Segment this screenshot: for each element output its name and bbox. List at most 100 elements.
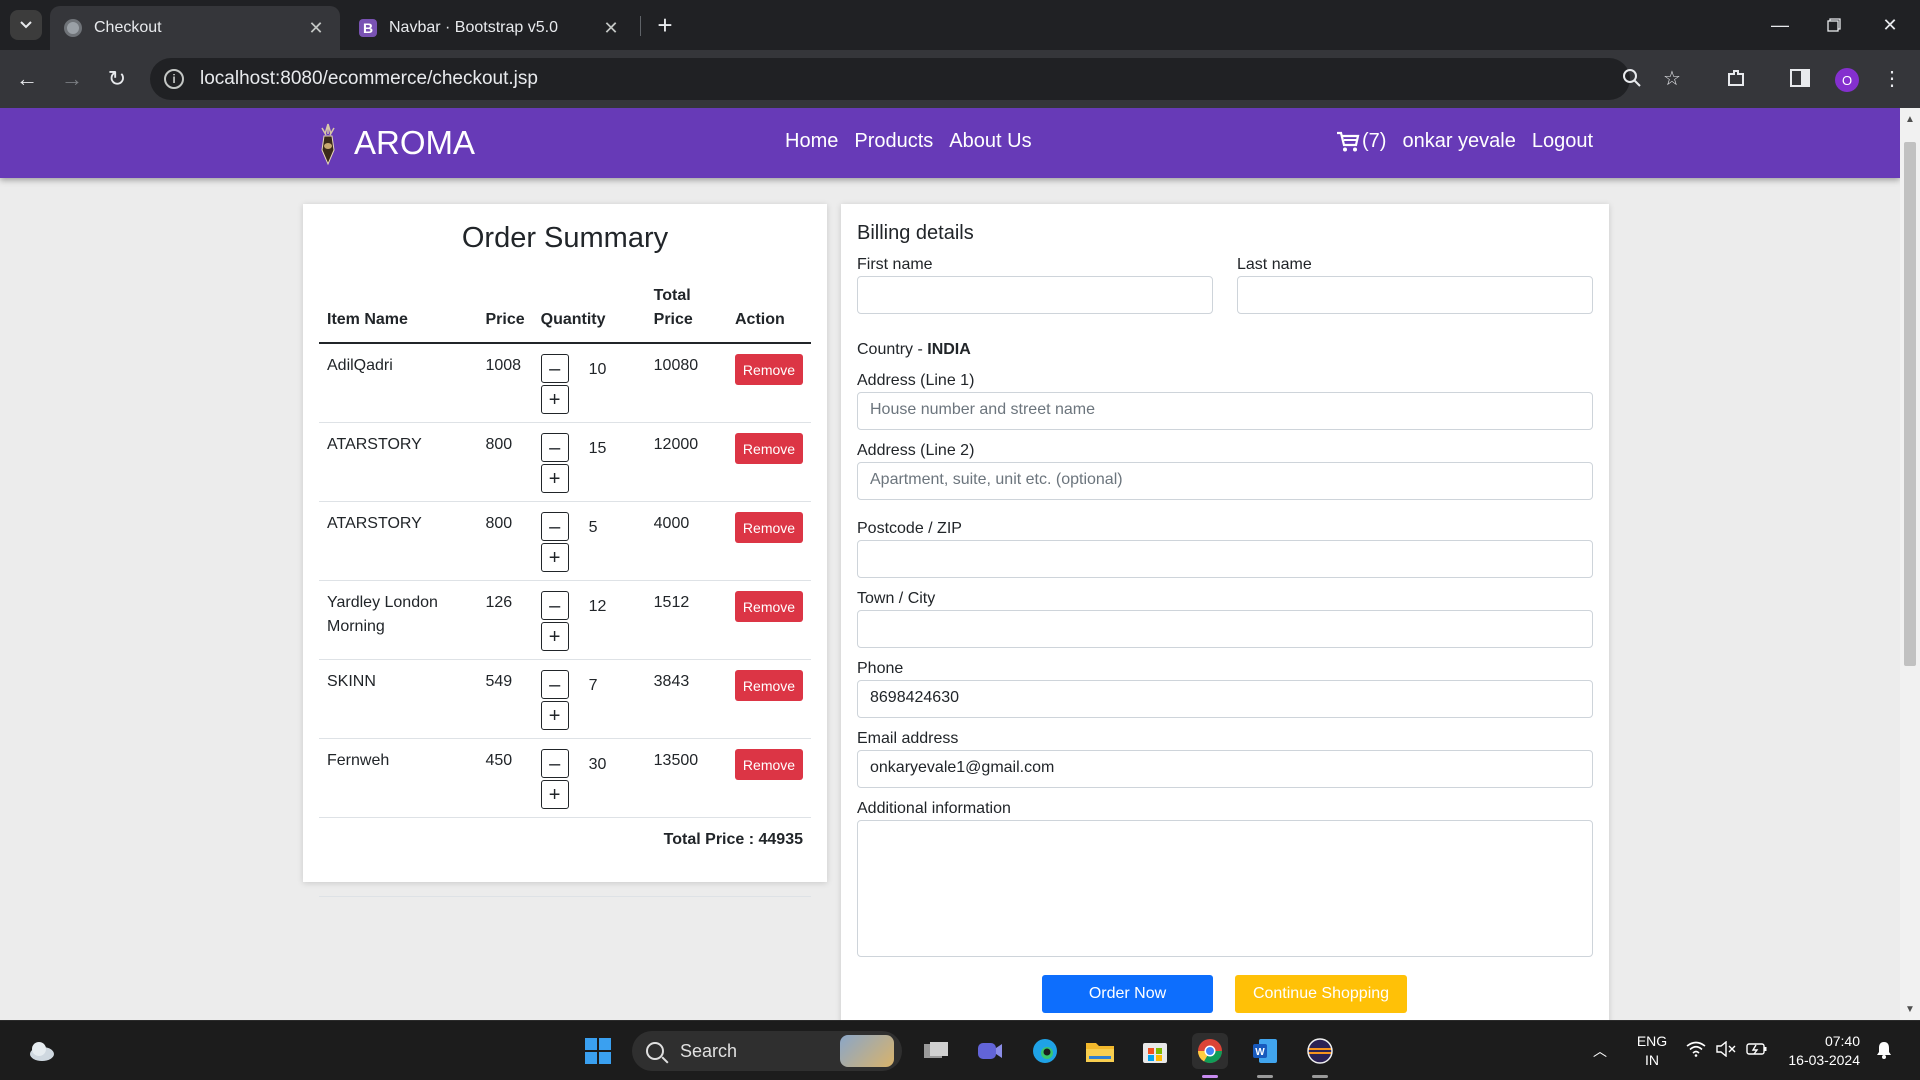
- side-panel-icon[interactable]: [1782, 60, 1818, 96]
- panel-icon: [1790, 69, 1810, 87]
- reload-button[interactable]: ↻: [100, 62, 134, 96]
- forward-button[interactable]: →: [55, 62, 89, 96]
- phone-label: Phone: [857, 660, 904, 677]
- brand-name: AROMA: [354, 124, 476, 161]
- file-explorer-icon[interactable]: [1082, 1033, 1118, 1069]
- clock-date: 16-03-2024: [1788, 1052, 1860, 1068]
- nav-link-home[interactable]: Home: [785, 130, 838, 153]
- decrease-quantity-button[interactable]: –: [540, 354, 569, 383]
- item-action-cell: Remove: [727, 738, 811, 818]
- increase-quantity-button[interactable]: +: [540, 780, 569, 809]
- restore-button[interactable]: [1814, 8, 1854, 42]
- minimize-button[interactable]: —: [1760, 8, 1800, 42]
- phone-field[interactable]: 8698424630: [857, 680, 1593, 718]
- profile-avatar[interactable]: O: [1835, 68, 1859, 92]
- remove-button[interactable]: Remove: [735, 512, 803, 543]
- weather-widget-icon[interactable]: [24, 1033, 60, 1069]
- postcode-field[interactable]: [857, 540, 1593, 578]
- nav-link-products[interactable]: Products: [854, 130, 933, 153]
- item-price: 450: [477, 738, 533, 818]
- close-icon[interactable]: ✕: [306, 18, 326, 39]
- eclipse-ide-icon[interactable]: [1302, 1033, 1338, 1069]
- increase-quantity-button[interactable]: +: [540, 701, 569, 730]
- decrease-quantity-button[interactable]: –: [540, 591, 569, 620]
- menu-kebab-icon[interactable]: ⋮: [1874, 60, 1910, 96]
- tab-search-button[interactable]: [10, 10, 42, 40]
- scroll-up-arrow-icon[interactable]: ▲: [1900, 110, 1920, 128]
- nav-links: Home Products About Us: [785, 130, 1032, 153]
- quantity-value: 30: [588, 756, 607, 773]
- chevron-up-icon[interactable]: ︿: [1593, 1041, 1607, 1061]
- scroll-thumb[interactable]: [1904, 142, 1916, 666]
- town-field[interactable]: [857, 610, 1593, 648]
- remove-button[interactable]: Remove: [735, 749, 803, 780]
- order-now-button[interactable]: Order Now: [1042, 975, 1213, 1013]
- close-icon[interactable]: ✕: [601, 18, 621, 39]
- site-navbar: AROMA Home Products About Us (7) onkar y…: [0, 108, 1900, 178]
- scroll-down-arrow-icon[interactable]: ▼: [1900, 1000, 1920, 1018]
- remove-button[interactable]: Remove: [735, 433, 803, 464]
- remove-button[interactable]: Remove: [735, 670, 803, 701]
- tab-bootstrap-navbar[interactable]: B Navbar · Bootstrap v5.0 ✕: [345, 6, 635, 50]
- task-view-icon[interactable]: [918, 1033, 954, 1069]
- volume-muted-icon[interactable]: [1716, 1040, 1736, 1062]
- decrease-quantity-button[interactable]: –: [540, 433, 569, 462]
- item-name: Yardley London Morning: [319, 580, 478, 660]
- town-label: Town / City: [857, 590, 936, 607]
- country-value: INDIA: [927, 341, 971, 358]
- user-name-link[interactable]: onkar yevale: [1402, 130, 1515, 153]
- start-button[interactable]: [580, 1033, 616, 1069]
- bookmark-star-icon[interactable]: ☆: [1654, 60, 1690, 96]
- logout-link[interactable]: Logout: [1532, 130, 1593, 153]
- decrease-quantity-button[interactable]: –: [540, 670, 569, 699]
- back-button[interactable]: ←: [10, 62, 44, 96]
- first-name-field[interactable]: [857, 276, 1213, 314]
- continue-shopping-button[interactable]: Continue Shopping: [1235, 975, 1407, 1013]
- country-label: Country -: [857, 341, 928, 358]
- teams-chat-icon[interactable]: [972, 1033, 1008, 1069]
- item-total-price: 12000: [645, 422, 727, 502]
- address2-field[interactable]: Apartment, suite, unit etc. (optional): [857, 462, 1593, 500]
- nav-link-about-us[interactable]: About Us: [949, 130, 1031, 153]
- cart-link[interactable]: (7): [1336, 130, 1386, 153]
- decrease-quantity-button[interactable]: –: [540, 749, 569, 778]
- taskbar-search-box[interactable]: Search: [632, 1031, 902, 1071]
- extensions-icon[interactable]: [1718, 60, 1754, 96]
- address1-field[interactable]: House number and street name: [857, 392, 1593, 430]
- battery-charging-icon[interactable]: [1746, 1041, 1768, 1062]
- bootstrap-icon: B: [359, 19, 377, 37]
- clock-time: 07:40: [1824, 1033, 1860, 1049]
- brand[interactable]: AROMA: [312, 120, 475, 166]
- cart-icon: [1337, 131, 1360, 151]
- site-info-icon[interactable]: i: [164, 69, 184, 89]
- wifi-icon[interactable]: [1686, 1041, 1706, 1062]
- microsoft-store-icon[interactable]: [1137, 1033, 1173, 1069]
- close-window-button[interactable]: ✕: [1870, 8, 1910, 42]
- quantity-stepper: – +15: [540, 433, 638, 493]
- word-icon[interactable]: W: [1247, 1033, 1283, 1069]
- search-highlight-image: [840, 1035, 894, 1067]
- quantity-buttons: – +: [540, 433, 569, 493]
- search-icon: [646, 1042, 664, 1060]
- last-name-field[interactable]: [1237, 276, 1593, 314]
- edge-browser-icon[interactable]: [1027, 1033, 1063, 1069]
- new-tab-button[interactable]: +: [650, 10, 680, 40]
- notification-bell-icon[interactable]: [1876, 1041, 1892, 1064]
- language-indicator[interactable]: ENG IN: [1632, 1032, 1672, 1070]
- zoom-icon[interactable]: [1614, 60, 1650, 96]
- page-scrollbar[interactable]: ▲ ▼: [1900, 108, 1920, 1020]
- additional-info-textarea[interactable]: [857, 820, 1593, 957]
- quantity-stepper: – +12: [540, 591, 638, 651]
- increase-quantity-button[interactable]: +: [540, 622, 569, 651]
- increase-quantity-button[interactable]: +: [540, 385, 569, 414]
- remove-button[interactable]: Remove: [735, 354, 803, 385]
- decrease-quantity-button[interactable]: –: [540, 512, 569, 541]
- address-bar[interactable]: i localhost:8080/ecommerce/checkout.jsp: [150, 58, 1630, 100]
- chrome-icon[interactable]: [1192, 1033, 1228, 1069]
- increase-quantity-button[interactable]: +: [540, 543, 569, 572]
- email-field[interactable]: onkaryevale1@gmail.com: [857, 750, 1593, 788]
- increase-quantity-button[interactable]: +: [540, 464, 569, 493]
- clock[interactable]: 07:40 16-03-2024: [1780, 1032, 1860, 1070]
- tab-checkout[interactable]: Checkout ✕: [50, 6, 340, 50]
- remove-button[interactable]: Remove: [735, 591, 803, 622]
